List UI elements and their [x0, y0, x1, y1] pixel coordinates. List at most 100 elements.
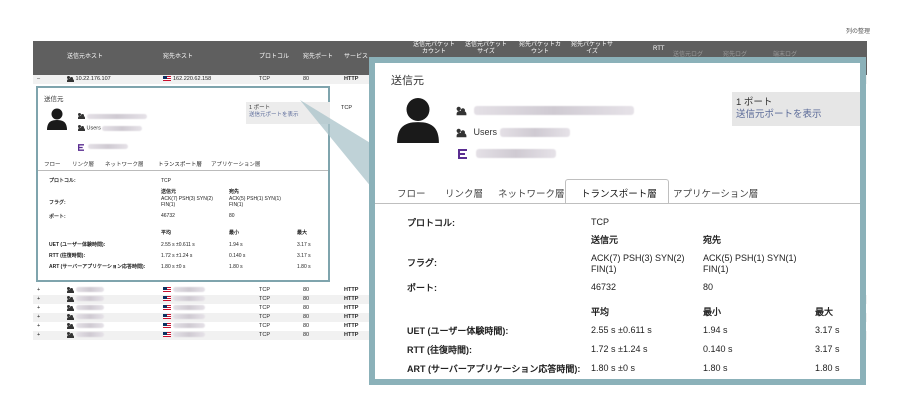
- row-port: 80: [303, 296, 310, 302]
- transport-details-small: プロトコル: TCP 送信元 宛先 フラグ: ACK(7) PSH(3) SYN…: [46, 178, 322, 278]
- user-group-icon: [67, 295, 74, 302]
- metric-min: 1.80 s: [703, 363, 728, 373]
- tab-network-layer[interactable]: ネットワーク層: [105, 160, 144, 168]
- port-label: ポート:: [49, 214, 66, 220]
- popup-title: 送信元: [44, 96, 64, 103]
- user-group-icon: [78, 125, 85, 131]
- header-src-packet-size[interactable]: 送信元パケット サイズ: [463, 42, 509, 56]
- avg-header: 平均: [591, 307, 610, 317]
- expand-toggle[interactable]: +: [37, 295, 40, 304]
- header-dst-port[interactable]: 宛先ポート: [303, 54, 333, 61]
- metric-avg: 1.72 s ±1.24 s: [591, 344, 648, 354]
- flags-label: フラグ:: [407, 258, 437, 268]
- source-popup-small: 送信元 Users 1 ポート 送信元ポートを表示 フロー リンク層 ネットワー…: [36, 86, 330, 282]
- blurred-host: [75, 314, 104, 320]
- tab-link-layer[interactable]: リンク層: [445, 186, 483, 200]
- port-src: 46732: [161, 213, 175, 219]
- collapse-toggle[interactable]: –: [37, 75, 40, 84]
- header-protocol[interactable]: プロトコル: [259, 54, 289, 61]
- row-port: 80: [303, 305, 310, 311]
- tab-transport-layer[interactable]: トランスポート層: [581, 186, 657, 200]
- row-port: 80: [303, 323, 310, 329]
- row-protocol: TCP: [259, 332, 270, 338]
- blurred-host: [173, 323, 205, 329]
- metric-max: 3.17 s: [297, 253, 311, 259]
- max-header: 最大: [815, 307, 834, 317]
- popup-tabs: フロー リンク層 ネットワーク層 トランスポート層 アプリケーション層: [38, 158, 328, 170]
- tab-application-layer[interactable]: アプリケーション層: [211, 160, 260, 168]
- column-settings-link[interactable]: 列の整理: [846, 26, 870, 35]
- port-label: ポート:: [407, 283, 437, 293]
- tab-network-layer[interactable]: ネットワーク層: [498, 186, 565, 200]
- flags-src-2: FIN(1): [161, 202, 176, 208]
- tab-flow[interactable]: フロー: [44, 160, 61, 168]
- flags-dst-2: FIN(1): [229, 202, 244, 208]
- show-source-ports-link[interactable]: 送信元ポートを表示: [736, 109, 856, 121]
- blurred-host: [173, 314, 205, 320]
- max-header: 最大: [297, 230, 308, 236]
- protocol-value: TCP: [591, 217, 609, 227]
- tab-transport-layer[interactable]: トランスポート層: [158, 160, 202, 168]
- expand-toggle[interactable]: +: [37, 286, 40, 295]
- protocol-label: プロトコル:: [407, 218, 455, 228]
- row-service: HTTP: [344, 296, 359, 302]
- src-header: 送信元: [161, 189, 177, 195]
- metric-min: 0.140 s: [703, 344, 733, 354]
- blurred-host: [173, 305, 205, 311]
- row-protocol: TCP: [259, 314, 270, 320]
- header-rtt[interactable]: RTT: [653, 46, 665, 53]
- us-flag-icon: [163, 323, 171, 329]
- header-src-packet-count[interactable]: 送信元パケット カウント: [411, 42, 457, 56]
- user-group-icon: [67, 322, 74, 329]
- metric-label: ART (サーバーアプリケーション応答時間):: [407, 364, 581, 374]
- metric-label: ART (サーバーアプリケーション応答時間):: [49, 264, 146, 270]
- metric-min: 1.94 s: [229, 242, 243, 248]
- user-group-icon: [67, 304, 74, 311]
- port-count: 1 ポート: [736, 97, 773, 108]
- user-group-icon: [78, 113, 85, 119]
- port-dst: 80: [229, 213, 235, 219]
- expand-toggle[interactable]: +: [37, 304, 40, 313]
- user-group-icon: [456, 106, 467, 115]
- blurred-device: [88, 144, 129, 150]
- metric-min: 0.140 s: [229, 253, 246, 259]
- protocol-label: プロトコル:: [49, 178, 76, 184]
- blurred-host: [75, 332, 104, 338]
- metric-avg: 1.80 s ±0 s: [591, 363, 635, 373]
- metric-min: 1.94 s: [703, 325, 728, 335]
- blurred-host: [173, 287, 205, 293]
- blurred-host: [173, 332, 205, 338]
- tab-link-layer[interactable]: リンク層: [72, 160, 94, 168]
- metric-max: 3.17 s: [815, 344, 840, 354]
- header-dst-host[interactable]: 宛先ホスト: [163, 54, 193, 61]
- port-dst: 80: [703, 282, 714, 292]
- blurred-host: [473, 106, 634, 116]
- row-protocol: TCP: [259, 296, 270, 302]
- header-dst-packet-size[interactable]: 宛先パケットサ イズ: [569, 42, 615, 56]
- us-flag-icon: [163, 296, 171, 302]
- port-summary: 1 ポート 送信元ポートを表示: [732, 92, 860, 126]
- header-service[interactable]: サービス: [344, 54, 368, 61]
- user-group-icon: [67, 313, 74, 320]
- avg-header: 平均: [161, 230, 172, 236]
- row-service: HTTP: [344, 314, 359, 320]
- dst-header: 宛先: [229, 189, 240, 195]
- row-port: 80: [303, 76, 310, 82]
- expand-toggle[interactable]: +: [37, 331, 40, 340]
- dst-ip: 162.220.62.158: [173, 76, 212, 82]
- header-src-host[interactable]: 送信元ホスト: [67, 54, 103, 61]
- tab-application-layer[interactable]: アプリケーション層: [673, 186, 758, 200]
- metric-max: 1.80 s: [815, 363, 840, 373]
- tab-flow[interactable]: フロー: [397, 186, 426, 200]
- users-label: Users: [86, 125, 101, 132]
- blurred-host: [75, 305, 104, 311]
- row-service: HTTP: [344, 323, 359, 329]
- row-service: HTTP: [344, 287, 359, 293]
- transport-details: プロトコル: TCP 送信元 宛先 フラグ: ACK(7) PSH(3) SYN…: [375, 204, 860, 379]
- header-dst-packet-count[interactable]: 宛先パケットカ ウント: [517, 42, 563, 56]
- popup-title: 送信元: [391, 75, 424, 87]
- blurred-host: [75, 323, 104, 329]
- expand-toggle[interactable]: +: [37, 313, 40, 322]
- expand-toggle[interactable]: +: [37, 322, 40, 331]
- flags-src: ACK(7) PSH(3) SYN(2): [591, 253, 685, 263]
